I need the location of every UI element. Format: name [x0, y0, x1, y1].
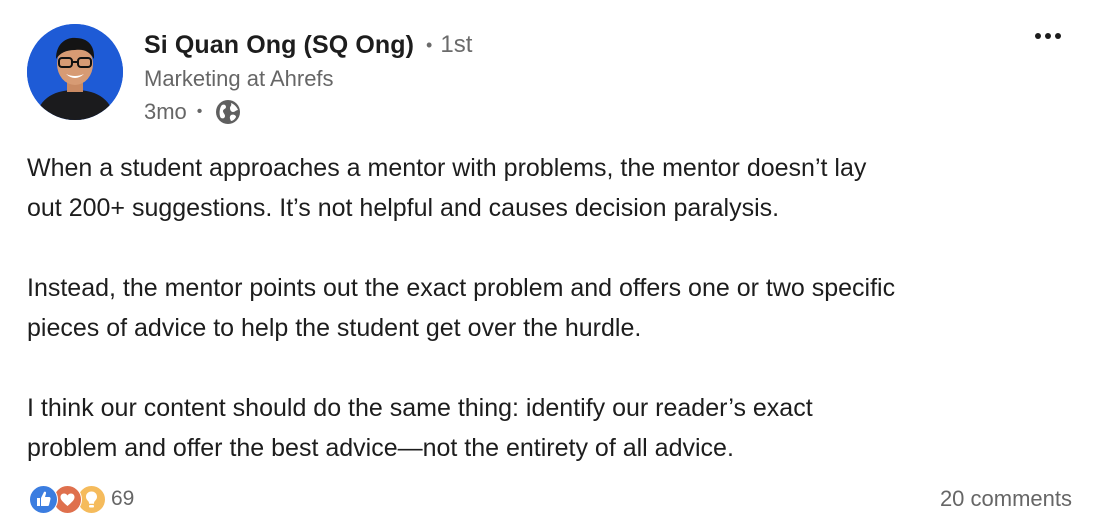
post-text-line: out 200+ suggestions. It’s not helpful a… — [27, 194, 780, 222]
reaction-count: 69 — [111, 487, 135, 510]
author-avatar[interactable] — [27, 24, 123, 120]
post-paragraph: Instead, the mentor points out the exact… — [27, 268, 1072, 348]
more-options-button[interactable] — [1026, 22, 1070, 50]
post-paragraph: I think our content should do the same t… — [27, 388, 1072, 468]
like-icon — [29, 485, 58, 514]
reactions-summary[interactable]: 69 — [29, 484, 134, 514]
author-name[interactable]: Si Quan Ong (SQ Ong) — [144, 31, 414, 60]
post-time: 3mo — [144, 99, 187, 124]
globe-icon — [214, 98, 242, 126]
post-text-line: When a student approaches a mentor with … — [27, 154, 867, 182]
post-text-line: Instead, the mentor points out the exact… — [27, 274, 896, 302]
post-paragraph: When a student approaches a mentor with … — [27, 148, 1072, 228]
feed-post: Si Quan Ong (SQ Ong) • 1st Marketing at … — [0, 0, 1094, 530]
avatar-photo — [27, 24, 123, 120]
post-text-line: pieces of advice to help the student get… — [27, 314, 642, 342]
name-separator-dot: • — [426, 34, 433, 55]
author-headline: Marketing at Ahrefs — [144, 66, 334, 91]
reaction-icons — [29, 484, 107, 514]
connection-degree: 1st — [440, 31, 473, 58]
author-name-row: Si Quan Ong (SQ Ong) • 1st — [144, 28, 472, 62]
post-body: When a student approaches a mentor with … — [27, 148, 1072, 468]
post-text-line: problem and offer the best advice—not th… — [27, 434, 734, 462]
post-text-line: I think our content should do the same t… — [27, 394, 813, 422]
meta-separator-dot: • — [196, 103, 203, 120]
comments-count-link[interactable]: 20 comments — [940, 484, 1072, 514]
more-horizontal-icon — [1035, 33, 1061, 39]
post-meta: 3mo • — [144, 96, 242, 128]
